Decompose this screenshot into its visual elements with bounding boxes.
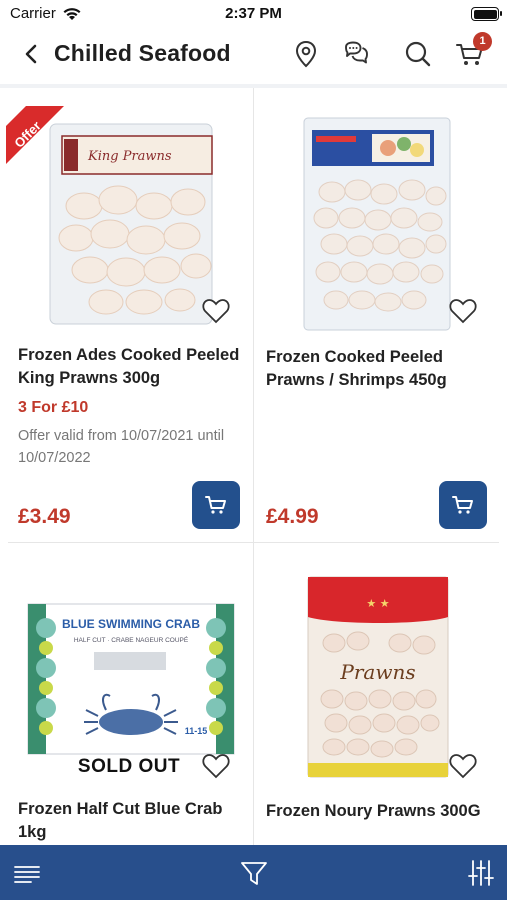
product-price: £4.99 — [266, 505, 319, 528]
heart-icon[interactable] — [448, 296, 478, 326]
page-title: Chilled Seafood — [54, 40, 231, 66]
cart-icon — [205, 496, 226, 514]
add-to-cart-button[interactable] — [439, 481, 487, 529]
product-price: £3.49 — [18, 505, 71, 528]
location-pin-icon[interactable] — [290, 38, 322, 70]
product-grid: King Prawns Offer Frozen Ades Cooked Pee… — [0, 88, 507, 845]
status-bar: Carrier 2:37 PM — [0, 0, 507, 30]
svg-text:HALF CUT · CRABE NAGEUR COUPÉ: HALF CUT · CRABE NAGEUR COUPÉ — [74, 635, 189, 644]
add-to-cart-button[interactable] — [192, 481, 240, 529]
back-icon[interactable] — [18, 40, 46, 68]
product-name[interactable]: Frozen Ades Cooked Peeled King Prawns 30… — [18, 344, 243, 390]
product-card[interactable]: Frozen Cooked Peeled Prawns / Shrimps 45… — [254, 88, 500, 542]
heart-icon[interactable] — [201, 751, 231, 781]
product-image[interactable]: BLUE SWIMMING CRAB HALF CUT · CRABE NAGE… — [6, 598, 252, 758]
search-icon[interactable] — [402, 38, 434, 70]
product-card[interactable]: BLUE SWIMMING CRAB HALF CUT · CRABE NAGE… — [6, 543, 252, 845]
product-name[interactable]: Frozen Noury Prawns 300G — [266, 800, 491, 823]
sliders-icon[interactable] — [466, 858, 496, 888]
product-name[interactable]: Frozen Half Cut Blue Crab 1kg — [18, 798, 243, 844]
clock: 2:37 PM — [225, 5, 282, 22]
svg-text:Prawns: Prawns — [339, 660, 415, 684]
cart-icon — [452, 496, 473, 514]
filter-icon[interactable] — [239, 858, 269, 888]
chat-icon[interactable] — [340, 38, 372, 70]
battery-icon — [471, 7, 502, 21]
svg-text:11-15: 11-15 — [185, 726, 208, 736]
product-card[interactable]: King Prawns Offer Frozen Ades Cooked Pee… — [6, 88, 252, 542]
header: Chilled Seafood 1 — [0, 30, 507, 82]
svg-text:BLUE SWIMMING CRAB: BLUE SWIMMING CRAB — [62, 617, 200, 631]
heart-icon[interactable] — [201, 296, 231, 326]
promo-label: 3 For £10 — [18, 399, 89, 416]
svg-text:★ ★: ★ ★ — [366, 597, 389, 610]
cart-count-badge: 1 — [473, 32, 492, 51]
menu-icon[interactable] — [12, 858, 42, 888]
heart-icon[interactable] — [448, 751, 478, 781]
svg-text:King Prawns: King Prawns — [87, 149, 172, 164]
bottom-toolbar — [0, 845, 507, 900]
product-card[interactable]: ★ ★ Prawns Frozen Noury Prawns 300G — [254, 543, 500, 845]
offer-validity: Offer valid from 10/07/2021 until 10/07/… — [18, 428, 225, 466]
product-name[interactable]: Frozen Cooked Peeled Prawns / Shrimps 45… — [266, 346, 491, 392]
